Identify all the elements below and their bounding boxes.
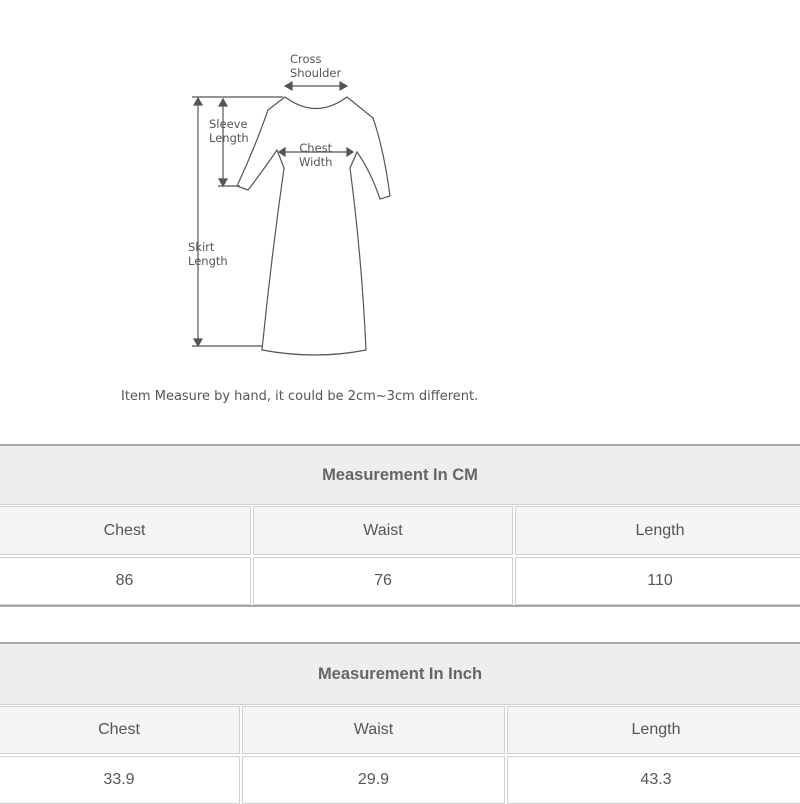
value-cell-length: 43.3 bbox=[507, 756, 800, 804]
sleeve-length-label: Sleeve Length bbox=[209, 117, 249, 145]
header-cell-waist: Waist bbox=[242, 706, 505, 754]
value-cell-length: 110 bbox=[515, 557, 800, 605]
header-cell-chest: Chest bbox=[0, 506, 251, 555]
header-cell-length: Length bbox=[507, 706, 800, 754]
size-diagram: Cross Shoulder Sleeve Length Chest Width… bbox=[0, 0, 800, 440]
value-cell-waist: 29.9 bbox=[242, 756, 505, 804]
cross-shoulder-label: Cross Shoulder bbox=[290, 52, 342, 80]
table-title: Measurement In Inch bbox=[0, 642, 800, 705]
value-cell-waist: 76 bbox=[253, 557, 513, 605]
table-title: Measurement In CM bbox=[0, 444, 800, 505]
header-cell-length: Length bbox=[515, 506, 800, 555]
chest-width-label: Chest Width bbox=[299, 141, 333, 169]
header-cell-chest: Chest bbox=[0, 706, 240, 754]
measurement-note: Item Measure by hand, it could be 2cm~3c… bbox=[121, 389, 479, 404]
value-cell-chest: 86 bbox=[0, 557, 251, 605]
table-bottom-border bbox=[0, 605, 800, 607]
dress-outline-drawing bbox=[192, 80, 391, 356]
skirt-length-label: Skirt Length bbox=[188, 240, 228, 268]
value-cell-chest: 33.9 bbox=[0, 756, 240, 804]
header-cell-waist: Waist bbox=[253, 506, 513, 555]
